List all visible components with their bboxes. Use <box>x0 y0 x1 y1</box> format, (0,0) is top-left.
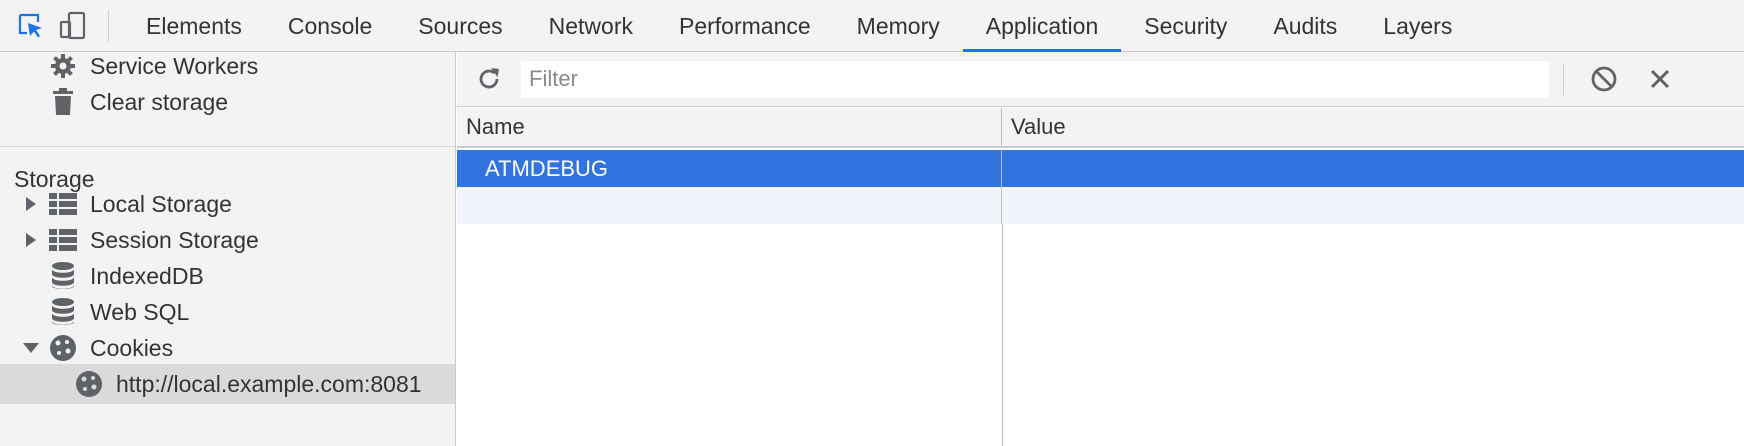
column-header-value[interactable]: Value <box>1002 108 1744 146</box>
inspect-element-icon[interactable] <box>10 0 52 52</box>
sidebar-item-clear-storage[interactable]: Clear storage <box>0 82 455 122</box>
sidebar-divider <box>0 146 455 147</box>
trash-icon <box>44 82 82 122</box>
sidebar-item-cookie-origin[interactable]: http://local.example.com:8081 <box>0 364 455 404</box>
devtools-toolbar: Elements Console Sources Network Perform… <box>0 0 1744 52</box>
cookies-filter-bar <box>457 52 1744 107</box>
table-row[interactable]: ATMDEBUG <box>457 150 1744 187</box>
grid-icon <box>44 220 82 260</box>
cookie-value-cell[interactable] <box>1002 150 1744 187</box>
filter-input[interactable] <box>521 60 1549 98</box>
expand-arrow-icon[interactable] <box>18 220 44 260</box>
sidebar-item-label: Session Storage <box>90 226 259 253</box>
tab-security[interactable]: Security <box>1121 0 1250 51</box>
refresh-icon[interactable] <box>469 59 509 99</box>
sidebar-item-label: http://local.example.com:8081 <box>116 370 422 397</box>
gear-icon <box>44 52 82 86</box>
sidebar-item-session-storage[interactable]: Session Storage <box>0 220 455 260</box>
application-sidebar: Service Workers Clear storage Storage Lo… <box>0 52 456 446</box>
sidebar-item-label: Web SQL <box>90 298 190 325</box>
tab-application[interactable]: Application <box>962 0 1122 52</box>
sidebar-item-label: Service Workers <box>90 52 259 79</box>
device-toolbar-icon[interactable] <box>52 0 94 52</box>
column-header-name[interactable]: Name <box>457 108 1002 146</box>
sidebar-item-local-storage[interactable]: Local Storage <box>0 184 455 224</box>
table-row-empty[interactable] <box>457 187 1744 224</box>
tab-sources[interactable]: Sources <box>395 0 525 51</box>
tab-audits[interactable]: Audits <box>1250 0 1360 51</box>
sidebar-item-indexeddb[interactable]: IndexedDB <box>0 256 455 296</box>
filter-bar-separator <box>1563 63 1564 95</box>
sidebar-item-label: IndexedDB <box>90 262 204 289</box>
tab-elements[interactable]: Elements <box>123 0 265 51</box>
database-icon <box>44 292 82 332</box>
sidebar-item-label: Clear storage <box>90 88 229 115</box>
sidebar-item-cookies[interactable]: Cookies <box>0 328 455 368</box>
sidebar-item-label: Cookies <box>90 334 174 361</box>
tab-layers[interactable]: Layers <box>1360 0 1475 51</box>
empty-name-cell[interactable] <box>457 187 1002 224</box>
cookies-panel: Name Value ATMDEBUG <box>457 52 1744 446</box>
tab-memory[interactable]: Memory <box>834 0 963 51</box>
close-icon[interactable] <box>1640 59 1680 99</box>
tab-performance[interactable]: Performance <box>656 0 834 51</box>
cookie-name-cell[interactable]: ATMDEBUG <box>457 150 1002 187</box>
column-divider <box>1002 224 1003 446</box>
grid-icon <box>44 184 82 224</box>
collapse-arrow-icon[interactable] <box>18 328 44 368</box>
empty-value-cell[interactable] <box>1002 187 1744 224</box>
panel-tabs: Elements Console Sources Network Perform… <box>123 0 1475 52</box>
database-icon <box>44 256 82 296</box>
clear-all-icon[interactable] <box>1584 59 1624 99</box>
cookies-table-header: Name Value <box>457 108 1744 148</box>
tab-console[interactable]: Console <box>265 0 395 51</box>
sidebar-item-web-sql[interactable]: Web SQL <box>0 292 455 332</box>
toolbar-separator <box>108 10 109 42</box>
cookie-icon <box>70 364 108 404</box>
expand-arrow-icon[interactable] <box>18 184 44 224</box>
cookie-icon <box>44 328 82 368</box>
tab-network[interactable]: Network <box>526 0 656 51</box>
sidebar-item-service-workers[interactable]: Service Workers <box>0 52 455 86</box>
sidebar-item-label: Local Storage <box>90 190 232 217</box>
